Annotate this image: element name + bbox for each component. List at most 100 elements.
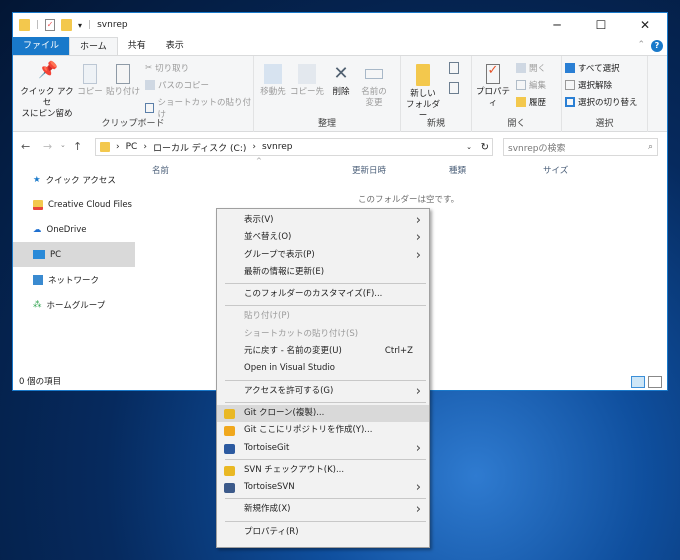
open-button[interactable]: 開く xyxy=(516,62,546,74)
menu-item[interactable]: 並べ替え(O) › xyxy=(217,229,429,246)
nav-pc[interactable]: PC xyxy=(13,242,135,267)
menu-item[interactable]: Git ここにリポジトリを作成(Y)... xyxy=(217,422,429,439)
submenu-arrow-icon: › xyxy=(415,247,421,263)
menu-item[interactable]: Git クローン(複製)... xyxy=(217,404,429,423)
collapse-ribbon-icon[interactable]: ⌃ xyxy=(637,40,645,50)
menu-item-label: アクセスを許可する(G) xyxy=(244,385,334,396)
menu-item[interactable]: SVN チェックアウト(K)... xyxy=(217,462,429,479)
delete-button[interactable]: ✕ 削除 xyxy=(328,64,354,98)
menu-item-icon xyxy=(224,483,235,494)
tab-file[interactable]: ファイル xyxy=(13,37,70,55)
new-folder-qat-icon[interactable] xyxy=(61,19,73,31)
invert-selection-icon xyxy=(565,97,575,107)
tab-view[interactable]: 表示 xyxy=(156,37,194,55)
large-icons-view-icon[interactable] xyxy=(648,376,662,388)
qat-dropdown-icon[interactable]: ▾ xyxy=(78,21,82,30)
properties-icon: ✓ xyxy=(486,64,500,84)
breadcrumb-c-drive[interactable]: ローカル ディスク (C:) xyxy=(153,141,246,154)
close-button[interactable]: ✕ xyxy=(623,13,667,37)
menu-item[interactable]: アクセスを許可する(G) › xyxy=(217,383,429,400)
menu-item[interactable]: 元に戻す - 名前の変更(U) Ctrl+Z xyxy=(217,343,429,360)
move-to-button[interactable]: 移動先 xyxy=(258,64,288,98)
nav-quick-access[interactable]: ★ クイック アクセス xyxy=(13,167,135,192)
easy-access-icon[interactable] xyxy=(449,82,459,94)
select-none-button[interactable]: 選択解除 xyxy=(565,79,612,91)
forward-icon[interactable]: → xyxy=(43,140,52,153)
menu-item[interactable]: プロパティ(R) xyxy=(217,524,429,541)
properties-button[interactable]: ✓ プロパティ xyxy=(474,64,512,109)
minimize-button[interactable]: ─ xyxy=(535,13,579,37)
submenu-arrow-icon: › xyxy=(415,440,421,456)
cut-button[interactable]: ✂ 切り取り xyxy=(145,62,189,74)
menu-item[interactable]: 新規作成(X) › xyxy=(217,501,429,518)
nav-network[interactable]: ネットワーク xyxy=(13,267,135,292)
rename-button[interactable]: 名前の 変更 xyxy=(358,64,390,109)
column-modified[interactable]: 更新日時 xyxy=(352,164,386,176)
edit-icon xyxy=(516,80,526,90)
menu-item[interactable]: TortoiseGit › xyxy=(217,440,429,457)
cloud-icon: ☁ xyxy=(33,224,42,235)
maximize-button[interactable]: ☐ xyxy=(579,13,623,37)
open-group: ✓ プロパティ 開く 編集 履歴 開く xyxy=(472,56,562,132)
menu-item[interactable]: ショートカットの貼り付け(S) xyxy=(217,326,429,343)
up-icon[interactable]: ↑ xyxy=(73,140,82,153)
move-icon xyxy=(264,64,282,84)
breadcrumb-pc[interactable]: PC xyxy=(126,142,138,152)
menu-item[interactable]: Open in Visual Studio xyxy=(217,360,429,377)
menu-item[interactable]: 貼り付け(P) xyxy=(217,308,429,325)
submenu-arrow-icon: › xyxy=(415,213,421,228)
details-view-icon[interactable] xyxy=(631,376,645,388)
paste-button[interactable]: 貼り付け xyxy=(105,64,141,98)
help-icon[interactable]: ? xyxy=(651,40,663,52)
menu-item[interactable]: TortoiseSVN › xyxy=(217,479,429,496)
nav-homegroup[interactable]: ⁂ ホームグループ xyxy=(13,292,135,317)
invert-selection-button[interactable]: 選択の切り替え xyxy=(565,96,638,108)
nav-onedrive[interactable]: ☁ OneDrive xyxy=(13,217,135,242)
menu-item-icon xyxy=(224,426,235,437)
history-button[interactable]: 履歴 xyxy=(516,96,546,108)
organize-group: 移動先 コピー先 ✕ 削除 名前の 変更 整理 xyxy=(254,56,401,132)
search-icon[interactable]: ⌕ xyxy=(648,142,653,152)
edit-button[interactable]: 編集 xyxy=(516,79,546,91)
column-size[interactable]: サイズ xyxy=(543,164,568,176)
pin-icon: 📌 xyxy=(38,60,58,79)
item-count: 0 個の項目 xyxy=(19,377,62,387)
new-item-icon[interactable] xyxy=(449,62,459,74)
search-input[interactable]: svnrepの検索 ⌕ xyxy=(503,138,658,156)
select-all-icon xyxy=(565,63,575,73)
menu-item[interactable]: このフォルダーのカスタマイズ(F)... xyxy=(217,286,429,303)
properties-qat-icon[interactable]: ✓ xyxy=(45,19,56,31)
menu-item-label: このフォルダーのカスタマイズ(F)... xyxy=(244,289,383,300)
pc-icon xyxy=(33,250,45,259)
recent-dropdown-icon[interactable]: ⌄ xyxy=(60,141,66,149)
back-icon[interactable]: ← xyxy=(21,140,30,153)
tab-share[interactable]: 共有 xyxy=(118,37,156,55)
creative-cloud-icon xyxy=(33,199,43,210)
column-headers: 名前 ^ 更新日時 種類 サイズ xyxy=(149,157,664,179)
select-group-label: 選択 xyxy=(595,119,614,129)
column-name[interactable]: 名前 xyxy=(152,164,169,176)
ribbon-tabs: ファイル ホーム 共有 表示 ⌃ ? xyxy=(13,37,667,55)
menu-item-label: ショートカットの貼り付け(S) xyxy=(244,328,359,339)
copy-path-button[interactable]: パスのコピー xyxy=(145,79,209,91)
refresh-icon[interactable]: ↻ xyxy=(481,142,489,153)
address-bar[interactable]: › PC › ローカル ディスク (C:) › svnrep ⌄ ↻ xyxy=(95,138,493,156)
menu-item-label: 元に戻す - 名前の変更(U) xyxy=(244,346,342,357)
menu-separator xyxy=(225,458,426,460)
copy-to-button[interactable]: コピー先 xyxy=(290,64,324,98)
address-dropdown-icon[interactable]: ⌄ xyxy=(466,143,472,151)
copy-button[interactable]: コピー xyxy=(77,64,103,98)
pin-quick-access-button[interactable]: 📌 クイック アクセ スにピン留め xyxy=(17,60,77,120)
tab-home[interactable]: ホーム xyxy=(69,37,118,55)
menu-separator xyxy=(225,520,426,522)
menu-item-label: TortoiseSVN xyxy=(244,482,295,493)
column-type[interactable]: 種類 xyxy=(449,164,466,176)
breadcrumb-svnrep[interactable]: svnrep xyxy=(262,142,292,152)
menu-item-shortcut: Ctrl+Z xyxy=(384,346,413,357)
menu-item[interactable]: 表示(V) › xyxy=(217,212,429,229)
select-all-button[interactable]: すべて選択 xyxy=(565,62,620,74)
nav-creative-cloud[interactable]: Creative Cloud Files xyxy=(13,192,135,217)
menu-item[interactable]: グループで表示(P) › xyxy=(217,247,429,264)
new-folder-button[interactable]: 新しい フォルダー xyxy=(403,64,443,122)
menu-item[interactable]: 最新の情報に更新(E) xyxy=(217,264,429,281)
